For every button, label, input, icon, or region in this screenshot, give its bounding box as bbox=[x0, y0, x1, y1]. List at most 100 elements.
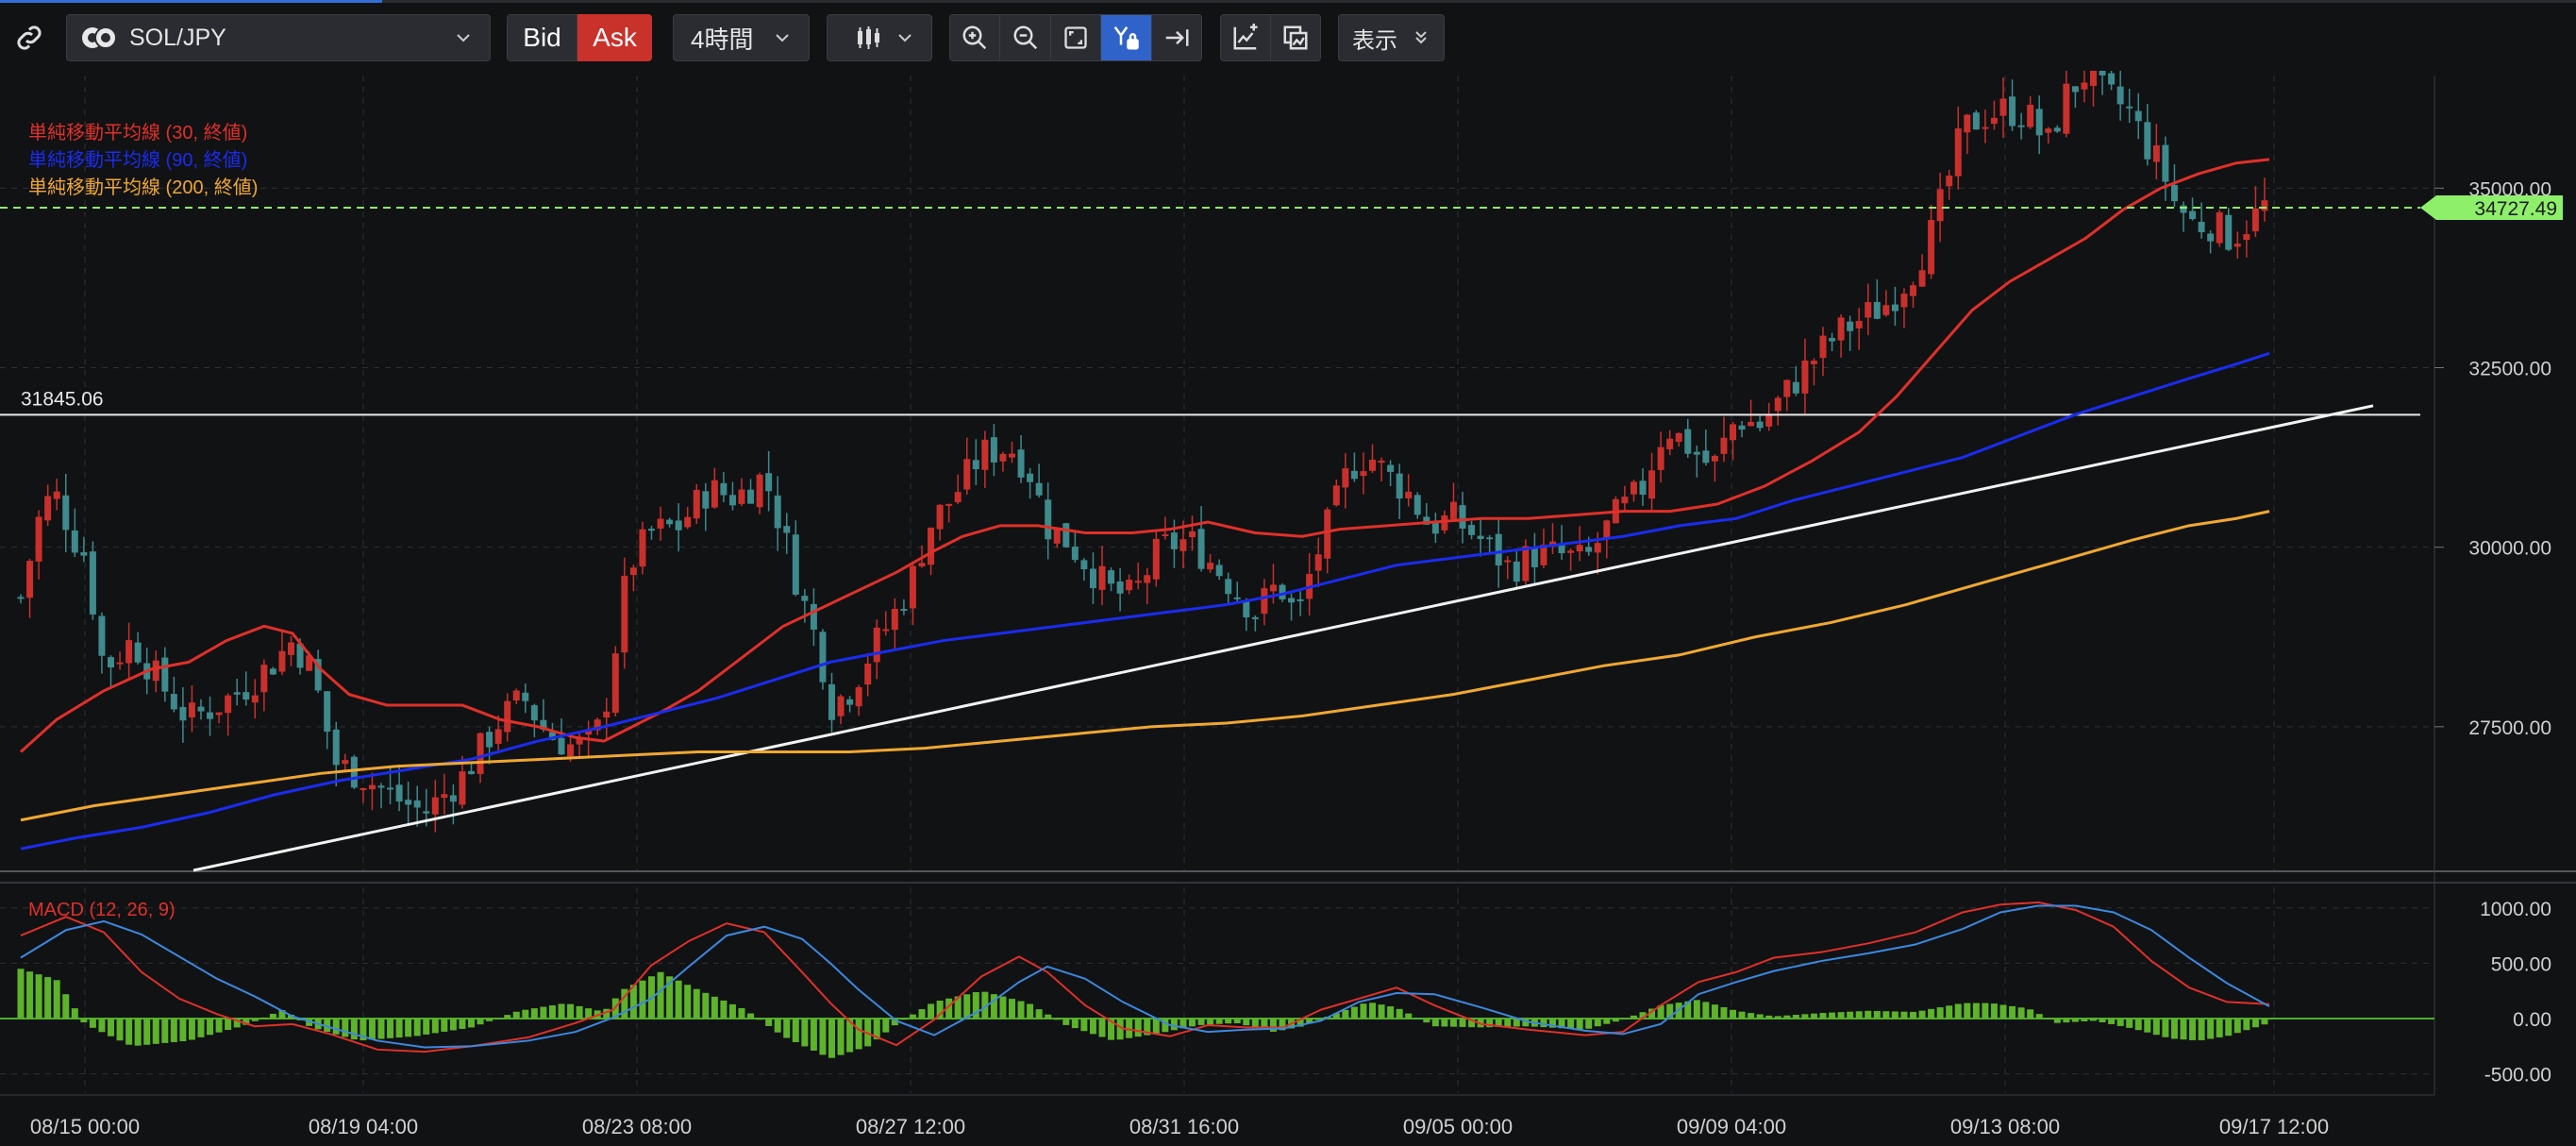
candle-body bbox=[2053, 127, 2061, 132]
macd-histogram-bar bbox=[1080, 1019, 1088, 1032]
candle-body bbox=[134, 642, 142, 663]
candle-body bbox=[1134, 581, 1142, 583]
candle-body bbox=[639, 529, 646, 567]
view-menu[interactable]: 表示 bbox=[1338, 14, 1445, 61]
macd-histogram-bar bbox=[1576, 1019, 1583, 1030]
macd-histogram-bar bbox=[35, 974, 42, 1019]
candle-body bbox=[1486, 537, 1494, 540]
link-icon[interactable] bbox=[6, 14, 53, 61]
candle-body bbox=[431, 797, 439, 815]
time-tick-label: 08/19 04:00 bbox=[309, 1115, 418, 1138]
candle-body bbox=[360, 787, 367, 790]
ask-button[interactable]: Ask bbox=[577, 14, 652, 61]
candle-body bbox=[936, 504, 944, 530]
candle-body bbox=[1918, 270, 1926, 287]
macd-histogram-bar bbox=[2035, 1014, 2043, 1019]
candle-body bbox=[215, 712, 223, 716]
macd-histogram-bar bbox=[693, 988, 700, 1019]
macd-histogram-bar bbox=[810, 1019, 817, 1051]
horizontal-line-label: 31845.06 bbox=[21, 388, 104, 410]
macd-histogram-bar bbox=[1855, 1011, 1863, 1019]
price-chart[interactable]: 08/15 00:00 08/19 04:00 08/23 08:00 08/27 1… bbox=[0, 71, 2576, 1146]
macd-histogram-bar bbox=[1918, 1010, 1926, 1019]
macd-histogram-bar bbox=[1431, 1019, 1439, 1027]
candle-body bbox=[1342, 468, 1349, 488]
candle-body bbox=[1116, 581, 1124, 594]
candle-body bbox=[26, 561, 34, 598]
fit-screen-icon[interactable] bbox=[1050, 15, 1102, 60]
scroll-to-latest-icon[interactable] bbox=[1151, 15, 1201, 60]
macd-histogram-bar bbox=[2081, 1019, 2088, 1021]
compare-chart-icon[interactable] bbox=[1271, 15, 1320, 60]
candle-body bbox=[2116, 86, 2124, 105]
candle-body bbox=[1071, 547, 1079, 561]
macd-histogram-bar bbox=[1882, 1011, 1890, 1019]
candle-body bbox=[1189, 531, 1196, 538]
macd-histogram-bar bbox=[2053, 1019, 2061, 1023]
bid-button[interactable]: Bid bbox=[507, 14, 577, 61]
macd-histogram-bar bbox=[134, 1019, 142, 1046]
macd-histogram-bar bbox=[1621, 1019, 1629, 1020]
zoom-out-icon[interactable] bbox=[1000, 15, 1051, 60]
price-tick-label: 27500.00 bbox=[2468, 717, 2551, 739]
zoom-in-icon[interactable] bbox=[950, 15, 1001, 60]
chart-type-selector[interactable] bbox=[827, 14, 932, 61]
indicator-tools bbox=[1220, 14, 1321, 61]
candle-body bbox=[1900, 294, 1908, 308]
macd-histogram-bar bbox=[2134, 1019, 2142, 1031]
candle-body bbox=[828, 683, 835, 720]
macd-histogram-bar bbox=[215, 1019, 223, 1033]
symbol-selector[interactable]: SOL/JPY bbox=[66, 14, 491, 61]
candle-body bbox=[1810, 361, 1817, 364]
macd-histogram-bar bbox=[2116, 1019, 2124, 1026]
time-tick-label: 08/31 16:00 bbox=[1129, 1115, 1239, 1138]
candle-body bbox=[629, 567, 637, 576]
candle-body bbox=[1350, 470, 1358, 480]
candle-body bbox=[1035, 482, 1043, 496]
macd-histogram-bar bbox=[1089, 1019, 1096, 1035]
macd-histogram-bar bbox=[1693, 1000, 1700, 1019]
candle-body bbox=[1621, 497, 1629, 504]
macd-histogram-bar bbox=[728, 1003, 736, 1019]
candle-body bbox=[260, 665, 268, 693]
macd-histogram-bar bbox=[1594, 1019, 1601, 1027]
macd-histogram-bar bbox=[2162, 1019, 2169, 1037]
macd-histogram-bar bbox=[576, 1005, 583, 1019]
macd-histogram-bar bbox=[900, 1019, 908, 1020]
candle-body bbox=[1666, 438, 1674, 449]
candle-body bbox=[413, 800, 421, 808]
macd-histogram-bar bbox=[179, 1019, 187, 1042]
macd-histogram-bar bbox=[1197, 1019, 1205, 1025]
macd-histogram-bar bbox=[44, 977, 52, 1019]
macd-histogram-bar bbox=[1251, 1019, 1259, 1028]
candle-body bbox=[125, 640, 133, 664]
candle-body bbox=[648, 529, 655, 531]
candle-body bbox=[1098, 565, 1106, 590]
candle-body bbox=[1477, 535, 1484, 540]
candle-body bbox=[928, 527, 935, 565]
candle-body bbox=[1144, 575, 1151, 583]
y-axis-lock-icon[interactable] bbox=[1101, 15, 1152, 60]
macd-histogram-bar bbox=[1612, 1019, 1619, 1022]
time-tick-label: 08/23 08:00 bbox=[582, 1115, 692, 1138]
candle-body bbox=[1657, 447, 1664, 470]
candle-body bbox=[855, 687, 862, 707]
candle-body bbox=[468, 770, 475, 775]
candle-body bbox=[2081, 82, 2088, 90]
candle-body bbox=[720, 482, 728, 496]
add-indicator-icon[interactable] bbox=[1221, 15, 1271, 60]
candlestick-icon bbox=[858, 26, 879, 49]
macd-histogram-bar bbox=[116, 1019, 124, 1041]
macd-histogram-bar bbox=[1035, 1009, 1043, 1019]
candle-body bbox=[1251, 616, 1259, 619]
candle-body bbox=[2170, 184, 2178, 202]
candle-body bbox=[675, 520, 682, 531]
time-tick-label: 08/27 12:00 bbox=[856, 1115, 965, 1138]
timeframe-selector[interactable]: 4時間 bbox=[673, 14, 810, 61]
candle-body bbox=[1045, 499, 1052, 540]
candle-body bbox=[2035, 109, 2043, 136]
candle-body bbox=[783, 526, 791, 533]
macd-histogram-bar bbox=[675, 980, 682, 1019]
candle-body bbox=[2144, 122, 2151, 160]
candle-body bbox=[486, 732, 493, 748]
